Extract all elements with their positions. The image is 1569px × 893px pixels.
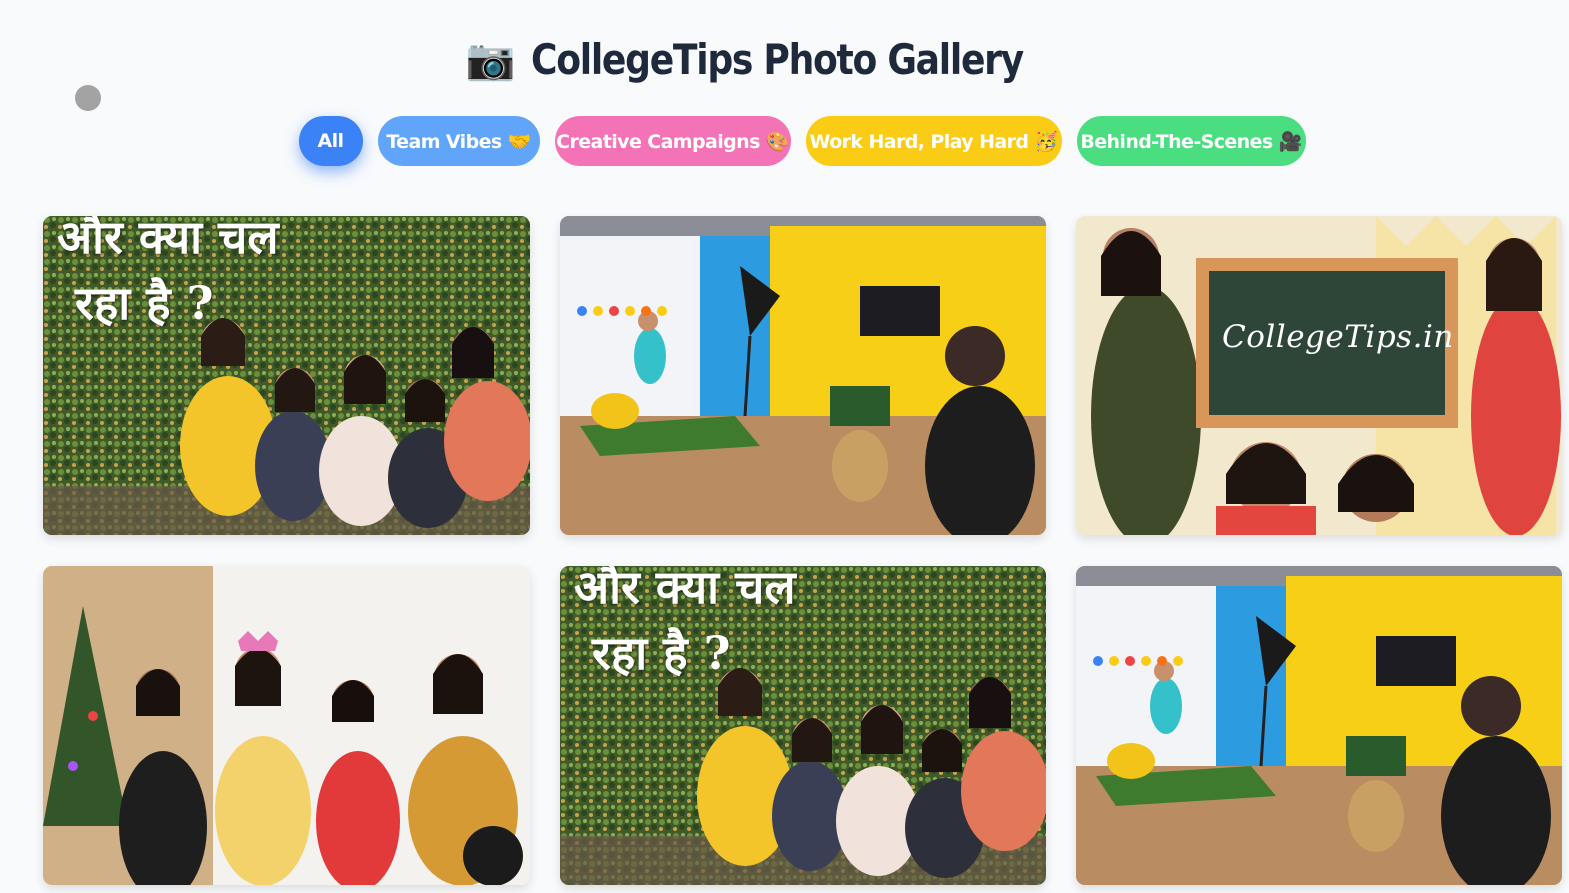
photo-card[interactable]: और क्या चल रहा है ? [43,216,530,535]
photo-card[interactable]: और क्या चल रहा है ? [560,566,1046,885]
photo-card[interactable] [1076,566,1562,885]
filter-behind-the-scenes-button[interactable]: Behind-The-Scenes 🎥 [1076,116,1306,166]
studio-shoot-photo [560,216,1046,535]
page-title: CollegeTips Photo Gallery [531,35,1024,84]
filter-work-hard-play-hard-button[interactable]: Work Hard, Play Hard 🥳 [805,116,1062,166]
camera-icon: 📷 [465,37,516,83]
filter-all-button[interactable]: All [298,116,363,166]
caption-line-2: रहा है ? [592,626,731,680]
collegetips-board-photo [1076,216,1562,535]
photo-card[interactable]: CollegeTips.in [1076,216,1562,535]
caption-line-1: और क्या चल [574,566,796,614]
photo-overlay-caption: और क्या चल रहा है ? [57,216,279,336]
photo-overlay-caption: और क्या चल रहा है ? [574,566,796,686]
page-header: 📷 CollegeTips Photo Gallery [0,30,1569,90]
photo-card[interactable] [43,566,530,885]
studio-shoot-photo [1076,566,1562,885]
gallery-page: 📷 CollegeTips Photo Gallery All Team Vib… [0,0,1569,893]
filter-creative-campaigns-button[interactable]: Creative Campaigns 🎨 [554,116,791,166]
filter-team-vibes-button[interactable]: Team Vibes 🤝 [377,116,540,166]
caption-line-1: और क्या चल [57,216,279,264]
filter-bar: All Team Vibes 🤝 Creative Campaigns 🎨 Wo… [0,116,1569,166]
photo-grid: और क्या चल रहा है ? CollegeTips.in और क्… [43,216,1562,885]
caption-line-2: रहा है ? [75,276,214,330]
party-props-photo [43,566,530,885]
board-caption: CollegeTips.in [1222,319,1454,355]
photo-card[interactable] [560,216,1046,535]
